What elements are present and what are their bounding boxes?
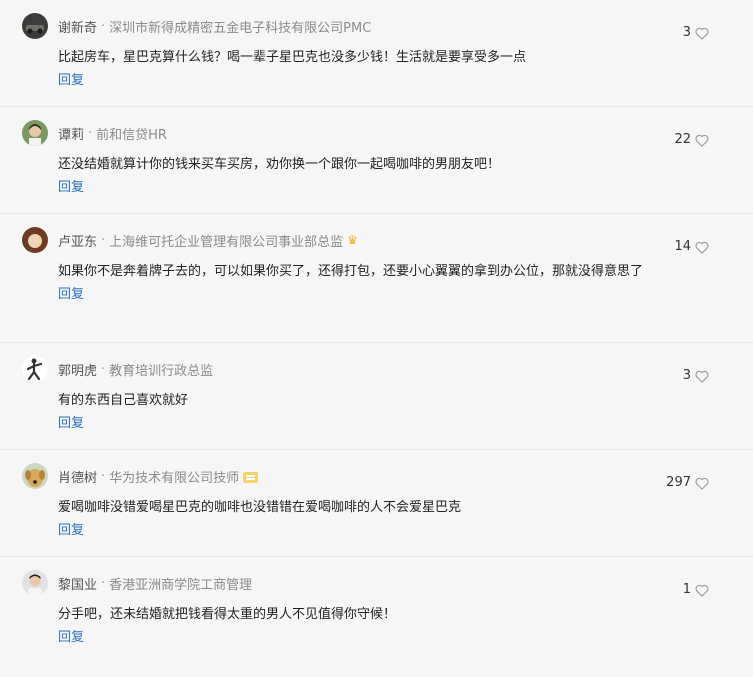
heart-icon[interactable]: [695, 27, 709, 40]
heart-icon[interactable]: [695, 241, 709, 254]
comment-item: 卢亚东 · 上海维可托企业管理有限公司事业部总监 ♛ 14 如果你不是奔着牌子去…: [0, 214, 753, 343]
avatar[interactable]: [22, 120, 48, 146]
comment-item: 谢新奇 · 深圳市新得成精密五金电子科技有限公司PMC 3 比起房车，星巴克算什…: [0, 0, 753, 107]
author-name[interactable]: 卢亚东: [58, 231, 97, 250]
comment-text: 分手吧，还未结婚就把钱看得太重的男人不见值得你守候！: [58, 607, 397, 622]
author-title: 前和信贷HR: [96, 127, 167, 143]
comment-list: 谢新奇 · 深圳市新得成精密五金电子科技有限公司PMC 3 比起房车，星巴克算什…: [0, 0, 753, 677]
author-title: 深圳市新得成精密五金电子科技有限公司PMC: [109, 20, 372, 36]
avatar[interactable]: [22, 13, 48, 39]
comment-text: 如果你不是奔着牌子去的，可以如果你买了，还得打包，还要小心翼翼的拿到办公位，那就…: [58, 264, 644, 279]
certified-badge-icon: [243, 471, 259, 483]
avatar[interactable]: [22, 356, 48, 382]
like-count: 22: [674, 132, 691, 147]
comment-header: 肖德树 · 华为技术有限公司技师: [22, 463, 737, 489]
comment-item: 黎国业 · 香港亚洲商学院工商管理 1 分手吧，还未结婚就把钱看得太重的男人不见…: [0, 557, 753, 664]
avatar[interactable]: [22, 463, 48, 489]
comment-header: 谭莉 · 前和信贷HR: [22, 120, 737, 146]
reply-link[interactable]: 回复: [58, 522, 84, 540]
like-count: 14: [674, 239, 691, 254]
heart-icon[interactable]: [695, 477, 709, 490]
comment-header: 黎国业 · 香港亚洲商学院工商管理: [22, 570, 737, 596]
author-name[interactable]: 谭莉: [58, 124, 84, 143]
heart-icon[interactable]: [695, 584, 709, 597]
comment-item: 郭明虎 · 教育培训行政总监 3 有的东西自己喜欢就好 回复: [0, 343, 753, 450]
comment-text: 比起房车，星巴克算什么钱？喝一辈子星巴克也没多少钱！生活就是要享受多一点: [58, 50, 527, 65]
comment-header: 谢新奇 · 深圳市新得成精密五金电子科技有限公司PMC: [22, 13, 737, 39]
heart-icon[interactable]: [695, 370, 709, 383]
comment-text: 还没结婚就算计你的钱来买车买房，劝你换一个跟你一起喝咖啡的男朋友吧！: [58, 157, 501, 172]
comment-text: 爱喝咖啡没错爱喝星巴克的咖啡也没错错在爱喝咖啡的人不会爱星巴克: [58, 500, 462, 515]
reply-link[interactable]: 回复: [58, 286, 84, 304]
like-count: 3: [682, 368, 691, 383]
comment-item: 肖德树 · 华为技术有限公司技师 297 爱喝咖啡没错爱喝星巴克的咖啡也没错错在…: [0, 450, 753, 557]
separator-dot: ·: [101, 575, 106, 591]
author-name[interactable]: 谢新奇: [58, 17, 97, 36]
like-count: 3: [682, 25, 691, 40]
comment-header: 卢亚东 · 上海维可托企业管理有限公司事业部总监 ♛: [22, 227, 737, 253]
author-name[interactable]: 郭明虎: [58, 360, 97, 379]
reply-link[interactable]: 回复: [58, 72, 84, 90]
like-count: 1: [682, 582, 691, 597]
author-title: 香港亚洲商学院工商管理: [109, 577, 253, 593]
author-title: 华为技术有限公司技师: [109, 470, 240, 486]
comment-header: 郭明虎 · 教育培训行政总监: [22, 356, 737, 382]
heart-icon[interactable]: [695, 134, 709, 147]
separator-dot: ·: [101, 361, 106, 377]
author-name[interactable]: 黎国业: [58, 574, 97, 593]
comment-item: 谭莉 · 前和信贷HR 22 还没结婚就算计你的钱来买车买房，劝你换一个跟你一起…: [0, 107, 753, 214]
author-title: 上海维可托企业管理有限公司事业部总监: [109, 234, 344, 250]
author-title: 教育培训行政总监: [109, 363, 214, 379]
like-count: 297: [666, 475, 691, 490]
separator-dot: ·: [88, 125, 93, 141]
separator-dot: ·: [101, 468, 106, 484]
separator-dot: ·: [101, 232, 106, 248]
separator-dot: ·: [101, 18, 106, 34]
avatar[interactable]: [22, 570, 48, 596]
reply-link[interactable]: 回复: [58, 629, 84, 647]
reply-link[interactable]: 回复: [58, 179, 84, 197]
crown-icon: ♛: [347, 233, 358, 247]
comment-text: 有的东西自己喜欢就好: [58, 393, 189, 408]
avatar[interactable]: [22, 227, 48, 253]
reply-link[interactable]: 回复: [58, 415, 84, 433]
author-name[interactable]: 肖德树: [58, 467, 97, 486]
